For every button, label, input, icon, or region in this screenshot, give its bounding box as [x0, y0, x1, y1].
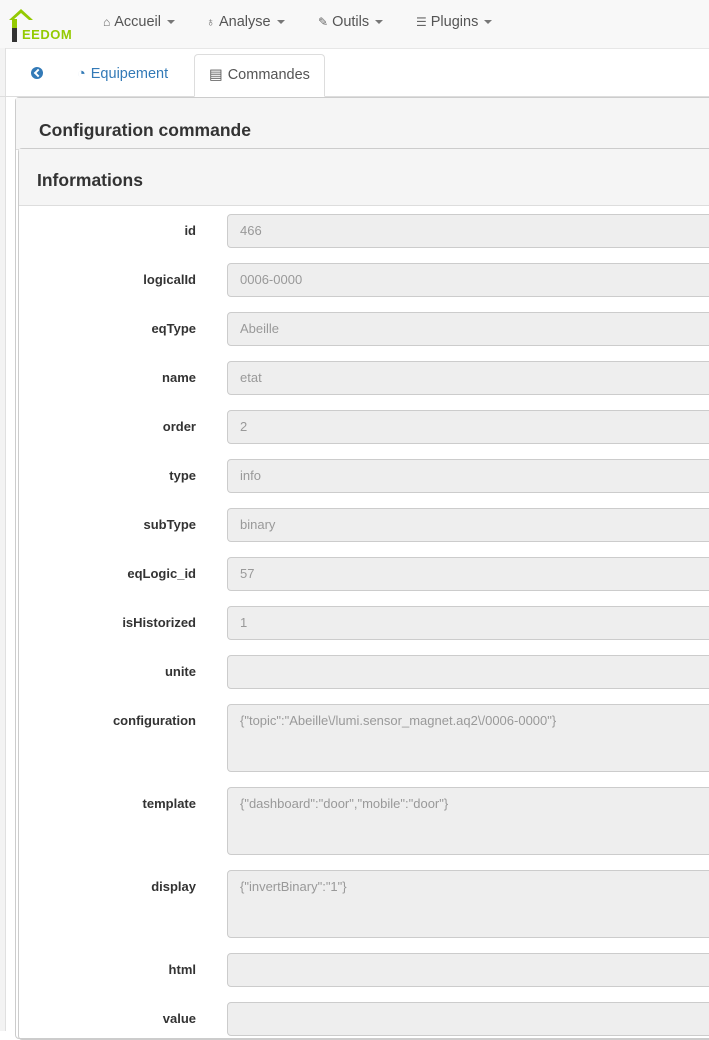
- brand-name: EEDOM: [22, 27, 73, 42]
- caret-down-icon: [167, 20, 175, 25]
- informations-heading: Informations: [19, 149, 709, 206]
- tab-equipement[interactable]: ◔ Equipement: [77, 54, 168, 94]
- nav-plugins[interactable]: ☰ Plugins: [416, 14, 493, 30]
- field-order[interactable]: 2: [227, 410, 709, 444]
- nav-analyse[interactable]: ♁ Analyse: [206, 14, 285, 30]
- nav-plugins-label: Plugins: [430, 14, 479, 30]
- label-eqtype: eqType: [151, 321, 196, 336]
- label-display: display: [151, 879, 196, 894]
- panel-heading: Configuration commande: [16, 98, 709, 150]
- field-id[interactable]: 466: [227, 214, 709, 248]
- label-id: id: [184, 223, 196, 238]
- tab-commandes-label: Commandes: [227, 67, 310, 83]
- tab-bar: ◔ Equipement ▤ Commandes: [0, 48, 709, 97]
- informations-title: Informations: [37, 170, 143, 190]
- label-html: html: [168, 962, 196, 977]
- label-value: value: [162, 1011, 196, 1026]
- label-unite: unite: [164, 664, 196, 679]
- wrench-icon: ✎: [318, 15, 329, 29]
- stethoscope-icon: ♁: [206, 15, 215, 29]
- home-icon: ⌂: [103, 15, 111, 29]
- caret-down-icon: [375, 20, 384, 25]
- list-alt-icon: ▤: [209, 67, 223, 83]
- nav-outils[interactable]: ✎ Outils: [318, 14, 384, 30]
- label-logicalid: logicalId: [143, 272, 196, 287]
- tab-equipement-label: Equipement: [90, 66, 169, 82]
- label-configuration: configuration: [112, 713, 196, 728]
- nav-accueil-label: Accueil: [114, 14, 161, 30]
- field-configuration[interactable]: {"topic":"Abeille\/lumi.sensor_magnet.aq…: [227, 704, 709, 772]
- field-unite[interactable]: [227, 655, 709, 689]
- field-template[interactable]: {"dashboard":"door","mobile":"door"}: [227, 787, 709, 855]
- tasks-icon: ☰: [416, 15, 427, 29]
- nav-outils-label: Outils: [332, 14, 370, 30]
- label-eqlogic-id: eqLogic_id: [127, 566, 196, 581]
- field-display[interactable]: {"invertBinary":"1"}: [227, 870, 709, 938]
- logo-j-glyph: [12, 28, 17, 42]
- label-name: name: [162, 370, 196, 385]
- caret-down-icon: [276, 20, 285, 25]
- field-eqlogic-id[interactable]: 57: [227, 557, 709, 591]
- label-template: template: [142, 796, 196, 811]
- arrow-circle-left-icon: [31, 67, 43, 79]
- nav-accueil[interactable]: ⌂ Accueil: [103, 14, 175, 30]
- label-order: order: [162, 419, 196, 434]
- label-type: type: [169, 468, 196, 483]
- back-button[interactable]: [31, 54, 43, 94]
- top-navbar: EEDOM ⌂ Accueil ♁ Analyse ✎ Outils ☰ Plugins: [0, 0, 709, 49]
- tachometer-icon: ◔: [77, 66, 86, 82]
- field-subtype[interactable]: binary: [227, 508, 709, 542]
- nav-analyse-label: Analyse: [219, 14, 271, 30]
- label-subtype: subType: [143, 517, 197, 532]
- field-type[interactable]: info: [227, 459, 709, 493]
- field-logicalid[interactable]: 0006-0000: [227, 263, 709, 297]
- field-ishistorized[interactable]: 1: [227, 606, 709, 640]
- panel-title: Configuration commande: [39, 120, 251, 140]
- label-ishistorized: isHistorized: [122, 615, 196, 630]
- tab-commandes[interactable]: ▤ Commandes: [194, 54, 325, 97]
- field-eqtype[interactable]: Abeille: [227, 312, 709, 346]
- caret-down-icon: [484, 20, 493, 25]
- field-html[interactable]: [227, 953, 709, 987]
- field-name[interactable]: etat: [227, 361, 709, 395]
- jeedom-logo[interactable]: EEDOM: [4, 6, 76, 42]
